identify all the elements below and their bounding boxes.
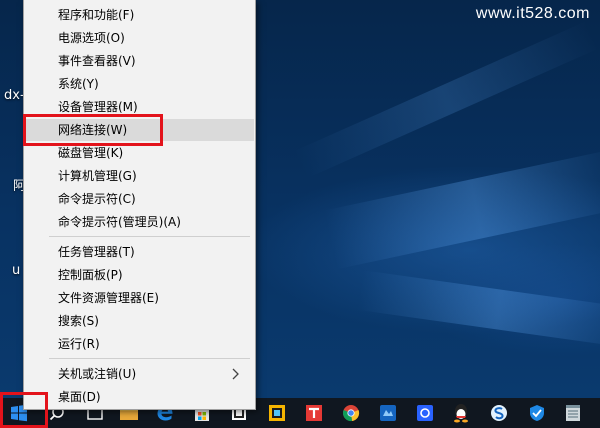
menu-item-event-viewer[interactable]: 事件查看器(V)	[25, 50, 254, 72]
menu-item-power-options[interactable]: 电源选项(O)	[25, 27, 254, 49]
menu-item-control-panel[interactable]: 控制面板(P)	[25, 264, 254, 286]
menu-item-shutdown-signout[interactable]: 关机或注销(U)	[25, 363, 254, 385]
menu-item-command-prompt[interactable]: 命令提示符(C)	[25, 188, 254, 210]
menu-item-file-explorer[interactable]: 文件资源管理器(E)	[25, 287, 254, 309]
menu-item-device-manager[interactable]: 设备管理器(M)	[25, 96, 254, 118]
menu-item-desktop[interactable]: 桌面(D)	[25, 386, 254, 408]
menu-item-command-prompt-admin[interactable]: 命令提示符(管理员)(A)	[25, 211, 254, 233]
desktop-icon-label[interactable]: u	[12, 263, 20, 278]
wallpaper-light-beam	[293, 21, 599, 179]
menu-item-label: 关机或注销(U)	[58, 367, 137, 381]
sogou-icon[interactable]	[488, 402, 510, 424]
tt-icon[interactable]	[303, 402, 325, 424]
wallpaper-light-beam	[357, 270, 600, 349]
app-icon[interactable]	[266, 402, 288, 424]
desktop-icon-label[interactable]: dx-	[4, 88, 25, 103]
menu-item-computer-management[interactable]: 计算机管理(G)	[25, 165, 254, 187]
chevron-right-icon	[228, 366, 244, 382]
watermark-text: www.it528.com	[475, 5, 590, 22]
qq-icon[interactable]	[450, 402, 472, 424]
notepad-icon[interactable]	[562, 402, 584, 424]
menu-item-disk-management[interactable]: 磁盘管理(K)	[25, 142, 254, 164]
blue-app-icon[interactable]	[377, 402, 399, 424]
photo-app-icon[interactable]	[414, 402, 436, 424]
menu-item-system[interactable]: 系统(Y)	[25, 73, 254, 95]
menu-item-programs-features[interactable]: 程序和功能(F)	[25, 4, 254, 26]
chrome-icon[interactable]	[340, 402, 362, 424]
menu-item-run[interactable]: 运行(R)	[25, 333, 254, 355]
menu-separator	[49, 236, 250, 237]
menu-item-task-manager[interactable]: 任务管理器(T)	[25, 241, 254, 263]
menu-item-network-connections[interactable]: 网络连接(W)	[25, 119, 254, 141]
shield-icon[interactable]	[526, 402, 548, 424]
menu-separator	[49, 358, 250, 359]
winx-context-menu: 程序和功能(F) 电源选项(O) 事件查看器(V) 系统(Y) 设备管理器(M)…	[23, 0, 256, 410]
wallpaper-light-beam	[323, 148, 600, 270]
menu-item-search[interactable]: 搜索(S)	[25, 310, 254, 332]
